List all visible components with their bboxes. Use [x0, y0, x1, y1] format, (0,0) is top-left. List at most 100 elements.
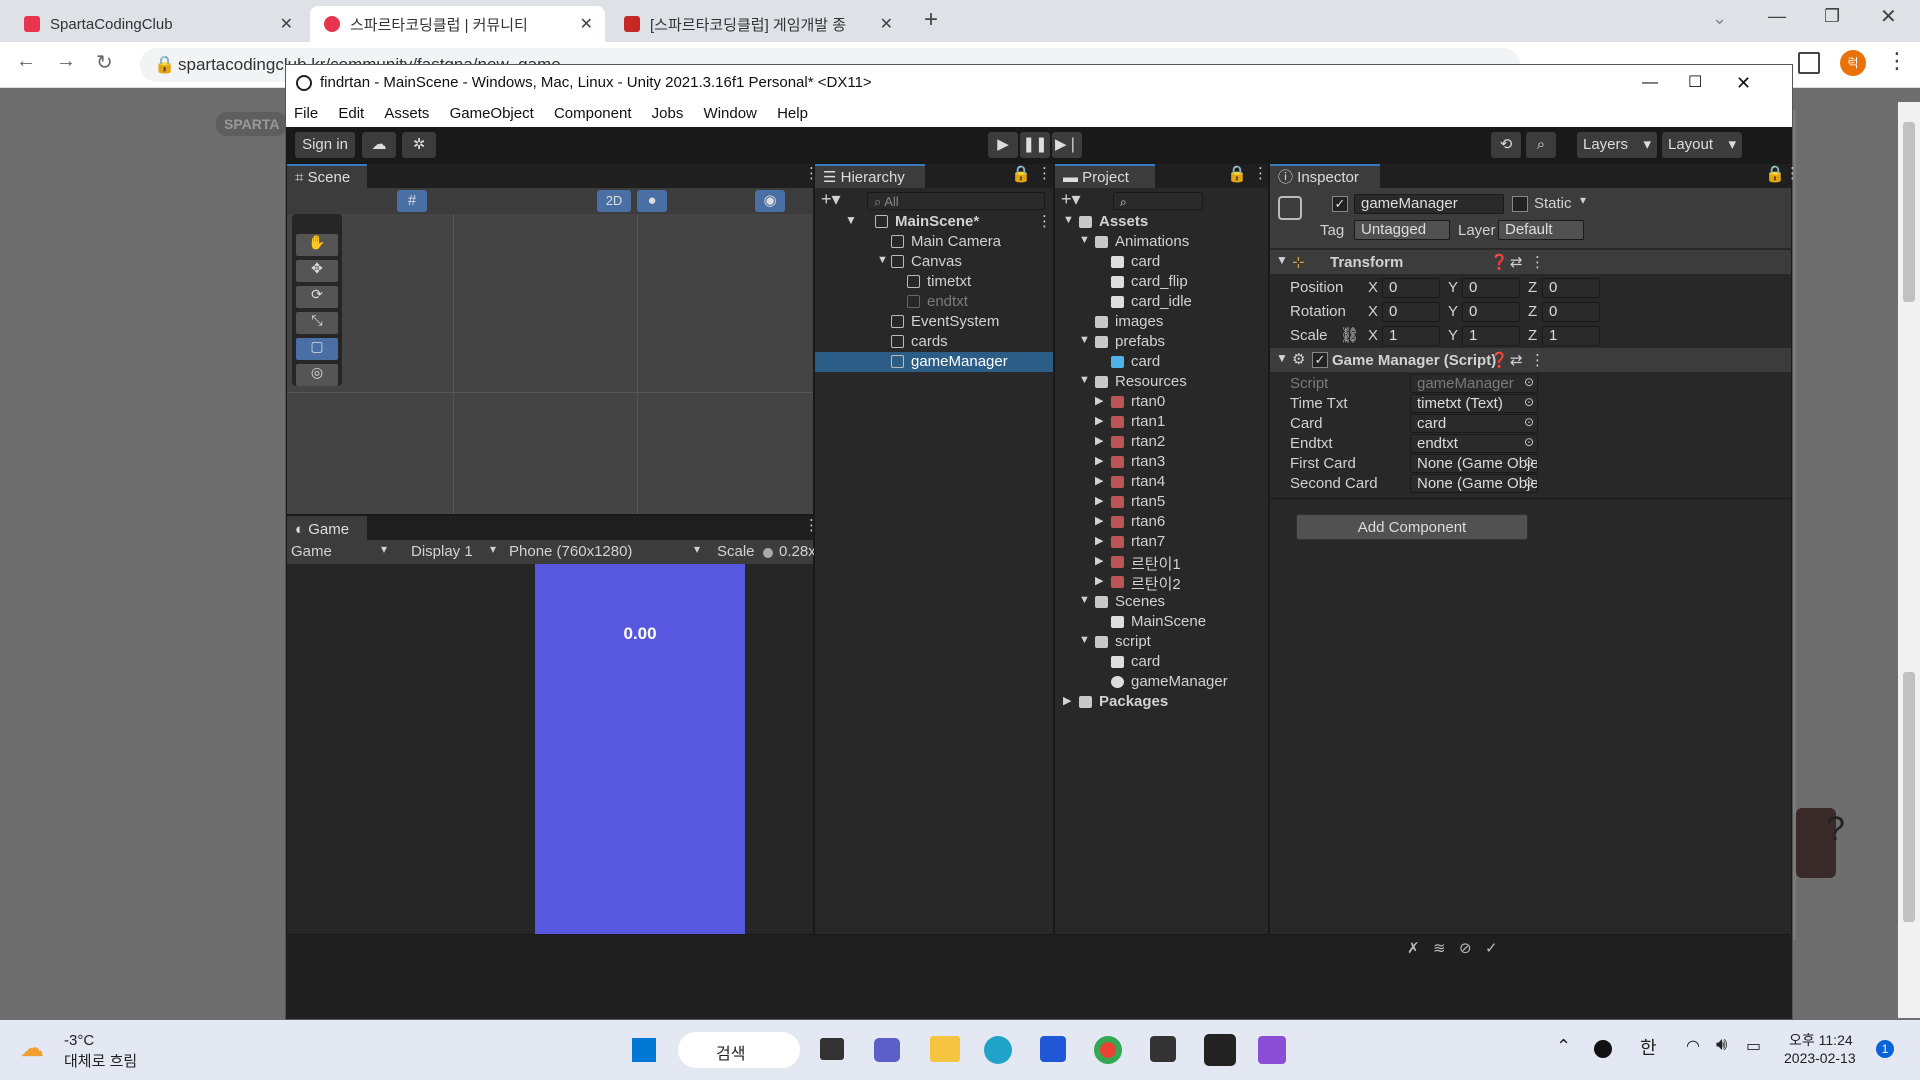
- add-component-button[interactable]: Add Component: [1296, 514, 1528, 540]
- tab-game[interactable]: ◐ Game: [287, 516, 367, 540]
- history-icon[interactable]: ⟲: [1491, 132, 1521, 158]
- object-reference-field[interactable]: endtxt: [1410, 434, 1538, 453]
- cloud-icon[interactable]: ☁: [362, 132, 396, 158]
- menu-edit[interactable]: Edit: [338, 105, 364, 122]
- expand-arrow-icon[interactable]: ▼: [1079, 594, 1090, 606]
- tray-app-icon[interactable]: [1594, 1040, 1612, 1058]
- component-menu-icon[interactable]: ⋮: [1530, 351, 1545, 369]
- project-item[interactable]: gameManager: [1055, 672, 1268, 692]
- clock-date[interactable]: 2023-02-13: [1784, 1050, 1856, 1066]
- menu-window[interactable]: Window: [704, 105, 757, 122]
- collapse-arrow-icon[interactable]: ▼: [1276, 351, 1288, 365]
- taskbar-search[interactable]: 검색: [678, 1032, 800, 1068]
- ime-indicator[interactable]: 한: [1640, 1034, 1657, 1060]
- project-item[interactable]: ▼ script: [1055, 632, 1268, 652]
- object-picker-icon[interactable]: ⊙: [1524, 375, 1534, 389]
- transform-rotation-y-input[interactable]: 0: [1462, 302, 1520, 322]
- lock-icon[interactable]: 🔒: [1227, 164, 1247, 184]
- hierarchy-menu-icon[interactable]: ⋮: [1037, 164, 1052, 182]
- menu-help[interactable]: Help: [777, 105, 808, 122]
- expand-arrow-icon[interactable]: ▼: [877, 254, 888, 266]
- expand-arrow-icon[interactable]: ▶: [1095, 474, 1103, 487]
- transform-position-x-input[interactable]: 0: [1382, 278, 1440, 298]
- scale-slider[interactable]: [763, 548, 773, 558]
- lock-icon[interactable]: 🔒: [1765, 164, 1785, 184]
- transform-rotation-x-input[interactable]: 0: [1382, 302, 1440, 322]
- layout-dropdown[interactable]: Layout ▾: [1662, 132, 1742, 158]
- project-item[interactable]: MainScene: [1055, 612, 1268, 632]
- bug-icon[interactable]: ✗: [1407, 939, 1420, 957]
- object-name-field[interactable]: gameManager: [1354, 194, 1504, 214]
- hierarchy-item[interactable]: gameManager: [815, 352, 1053, 372]
- close-window-icon[interactable]: ✕: [1880, 4, 1897, 29]
- expand-arrow-icon[interactable]: ▶: [1095, 454, 1103, 467]
- object-picker-icon[interactable]: ⊙: [1524, 435, 1534, 449]
- project-create-button[interactable]: +▾: [1061, 189, 1081, 210]
- windows-start-icon[interactable]: [632, 1038, 656, 1062]
- forward-icon[interactable]: →: [56, 50, 76, 73]
- battery-icon[interactable]: ▭: [1746, 1036, 1761, 1056]
- tab-hierarchy[interactable]: ☰ Hierarchy: [815, 164, 925, 188]
- object-picker-icon[interactable]: ⊙: [1524, 395, 1534, 409]
- scene-viewport[interactable]: ✋ ✥ ⟳ ⤡ ▢ ◎: [287, 214, 822, 514]
- close-tab-icon[interactable]: ✕: [280, 14, 293, 34]
- visibility-icon[interactable]: ◉: [755, 190, 785, 212]
- project-search-input[interactable]: ⌕: [1113, 192, 1203, 210]
- static-checkbox[interactable]: [1512, 196, 1528, 212]
- project-item[interactable]: card_idle: [1055, 292, 1268, 312]
- play-button[interactable]: ▶: [988, 132, 1018, 158]
- visual-studio-icon[interactable]: [1258, 1036, 1286, 1064]
- edge-icon[interactable]: [984, 1036, 1012, 1064]
- component-menu-icon[interactable]: ⋮: [1530, 253, 1545, 271]
- active-checkbox[interactable]: ✓: [1332, 196, 1348, 212]
- transform-tool-icon[interactable]: ◎: [296, 364, 338, 386]
- constrain-proportions-icon[interactable]: ⛓: [1340, 326, 1359, 344]
- project-item[interactable]: ▶ 르탄이2: [1055, 572, 1268, 593]
- expand-arrow-icon[interactable]: ▶: [1095, 494, 1103, 507]
- menu-file[interactable]: File: [294, 105, 318, 122]
- object-reference-field[interactable]: None (Game Objec: [1410, 474, 1538, 493]
- expand-arrow-icon[interactable]: ▶: [1095, 394, 1103, 407]
- object-picker-icon[interactable]: ⊙: [1524, 455, 1534, 469]
- hierarchy-item[interactable]: cards: [815, 332, 1053, 352]
- tab-project[interactable]: ▬ Project: [1055, 164, 1155, 188]
- transform-position-z-input[interactable]: 0: [1542, 278, 1600, 298]
- help-icon[interactable]: ❓: [1490, 253, 1509, 271]
- project-item[interactable]: card_flip: [1055, 272, 1268, 292]
- rotate-tool-icon[interactable]: ⟳: [296, 286, 338, 308]
- 2d-toggle[interactable]: 2D: [597, 190, 631, 212]
- store-icon[interactable]: [1040, 1036, 1066, 1062]
- chrome-icon[interactable]: [1094, 1036, 1122, 1064]
- profile-avatar[interactable]: 럭: [1840, 50, 1866, 76]
- rect-tool-icon[interactable]: ▢: [296, 338, 338, 360]
- layer-dropdown[interactable]: Default: [1498, 220, 1584, 240]
- speaker-icon[interactable]: 🔊︎: [1716, 1034, 1727, 1055]
- project-item[interactable]: ▶ rtan5: [1055, 492, 1268, 512]
- grid-snap-icon[interactable]: #: [397, 190, 427, 212]
- expand-arrow-icon[interactable]: ▶: [1095, 534, 1103, 547]
- browser-tab-2[interactable]: 스파르타코딩클럽 | 커뮤니티 ✕: [310, 6, 605, 42]
- transform-rotation-z-input[interactable]: 0: [1542, 302, 1600, 322]
- hand-tool-icon[interactable]: ✋: [296, 234, 338, 256]
- transform-position-y-input[interactable]: 0: [1462, 278, 1520, 298]
- tab-scene[interactable]: ⌗ Scene: [287, 164, 367, 188]
- project-item[interactable]: ▼ Scenes: [1055, 592, 1268, 612]
- expand-arrow-icon[interactable]: ▼: [845, 213, 857, 227]
- hierarchy-item[interactable]: ▼ Canvas: [815, 252, 1053, 272]
- hierarchy-item[interactable]: endtxt: [815, 292, 1053, 312]
- task-view-icon[interactable]: [820, 1038, 844, 1060]
- preset-icon[interactable]: ⇄: [1510, 351, 1523, 369]
- unity-minimize-icon[interactable]: —: [1642, 65, 1658, 101]
- scrollbar-thumb-2[interactable]: [1903, 672, 1915, 922]
- sidebar-icon[interactable]: [1798, 52, 1820, 74]
- close-tab-icon[interactable]: ✕: [880, 14, 893, 34]
- script-enabled-checkbox[interactable]: ✓: [1312, 352, 1328, 368]
- project-item[interactable]: ▶ rtan4: [1055, 472, 1268, 492]
- transform-scale-y-input[interactable]: 1: [1462, 326, 1520, 346]
- tab-search-icon[interactable]: ⌄: [1712, 8, 1727, 29]
- menu-gameobject[interactable]: GameObject: [450, 105, 534, 122]
- restore-icon[interactable]: ❐: [1824, 6, 1840, 27]
- chevron-down-icon[interactable]: ▾: [1580, 193, 1586, 207]
- inspector-menu-icon[interactable]: ⋮: [1785, 164, 1800, 182]
- expand-arrow-icon[interactable]: ▶: [1095, 554, 1103, 567]
